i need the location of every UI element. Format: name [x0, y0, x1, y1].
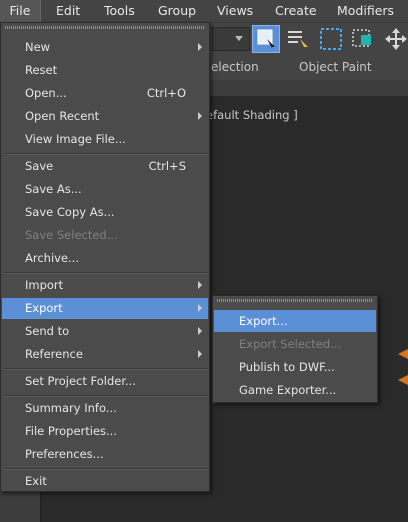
- move-icon: [385, 28, 407, 50]
- menu-edit[interactable]: Edit: [56, 0, 80, 22]
- menu-separator: [4, 468, 208, 470]
- submenu-item-publish-to-dwf[interactable]: Publish to DWF...: [214, 356, 376, 378]
- menu-item-exit[interactable]: Exit: [2, 471, 208, 492]
- select-and-move-button[interactable]: [384, 25, 408, 53]
- submenu-arrow-icon: [198, 43, 202, 51]
- menu-item-new[interactable]: New: [2, 37, 208, 58]
- menu-create[interactable]: Create: [275, 0, 317, 22]
- menu-item-reference[interactable]: Reference: [2, 344, 208, 365]
- rectangular-selection-button[interactable]: [318, 25, 346, 53]
- file-menu: New Reset Open... Ctrl+O Open Recent View…: [0, 22, 210, 492]
- menu-separator: [4, 272, 208, 274]
- menu-file[interactable]: File: [0, 0, 41, 22]
- menu-item-preferences[interactable]: Preferences...: [2, 444, 208, 465]
- rectangular-selection-icon: [320, 28, 342, 50]
- menu-bar: File Edit Tools Group Views Create Modif…: [0, 0, 408, 23]
- menu-item-set-project-folder[interactable]: Set Project Folder...: [2, 371, 208, 392]
- menu-item-save[interactable]: Save Ctrl+S: [2, 156, 208, 177]
- menu-item-save-copy-as[interactable]: Save Copy As...: [2, 202, 208, 223]
- window-crossing-icon: [352, 29, 371, 47]
- viewport-shading-label[interactable]: efault Shading ]: [206, 108, 298, 122]
- menu-grip: [5, 26, 205, 29]
- export-submenu: Export... Export Selected... Publish to …: [212, 295, 378, 403]
- menu-item-import[interactable]: Import: [2, 275, 208, 296]
- menu-group[interactable]: Group: [158, 0, 196, 22]
- submenu-arrow-icon: [198, 112, 202, 120]
- select-by-name-button[interactable]: [284, 25, 312, 53]
- select-object-icon: [257, 29, 275, 50]
- menu-views[interactable]: Views: [217, 0, 253, 22]
- menu-item-send-to[interactable]: Send to: [2, 321, 208, 342]
- menu-tools[interactable]: Tools: [104, 0, 135, 22]
- window-crossing-button[interactable]: [350, 25, 378, 53]
- submenu-item-export[interactable]: Export...: [214, 310, 376, 332]
- menu-item-reset[interactable]: Reset: [2, 60, 208, 81]
- ribbon-selection-label: election: [211, 60, 259, 74]
- menu-separator: [4, 368, 208, 370]
- menu-item-file-properties[interactable]: File Properties...: [2, 421, 208, 442]
- chevron-down-icon: [235, 36, 243, 41]
- submenu-item-game-exporter[interactable]: Game Exporter...: [214, 379, 376, 401]
- submenu-item-export-selected: Export Selected...: [239, 337, 342, 351]
- menu-modifiers[interactable]: Modifiers: [337, 0, 394, 22]
- menu-item-archive[interactable]: Archive...: [2, 248, 208, 269]
- menu-item-open-recent[interactable]: Open Recent: [2, 106, 208, 127]
- ribbon-object-paint-label[interactable]: Object Paint: [299, 60, 372, 74]
- menu-separator: [4, 395, 208, 397]
- menu-item-summary-info[interactable]: Summary Info...: [2, 398, 208, 419]
- select-by-name-icon: [288, 31, 308, 51]
- select-object-button[interactable]: [252, 25, 280, 53]
- menu-item-save-selected: Save Selected...: [25, 228, 118, 242]
- submenu-arrow-icon: [198, 281, 202, 289]
- menu-separator: [4, 153, 208, 155]
- menu-item-save-as[interactable]: Save As...: [2, 179, 208, 200]
- submenu-arrow-icon: [198, 327, 202, 335]
- menu-grip: [217, 299, 373, 302]
- submenu-arrow-icon: [198, 350, 202, 358]
- menu-item-open[interactable]: Open... Ctrl+O: [2, 83, 208, 104]
- submenu-arrow-icon: [198, 304, 202, 312]
- menu-item-view-image-file[interactable]: View Image File...: [2, 129, 208, 150]
- selection-filter-dropdown[interactable]: [212, 27, 250, 51]
- menu-item-export[interactable]: Export: [2, 298, 208, 319]
- transform-gizmo-arrow-icon: [398, 349, 408, 359]
- transform-gizmo-arrow-icon: [398, 375, 408, 385]
